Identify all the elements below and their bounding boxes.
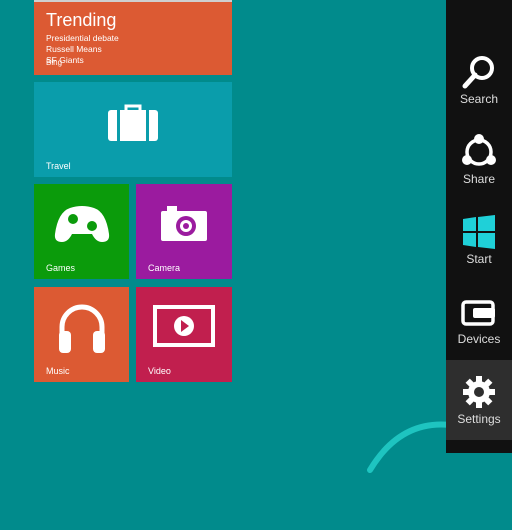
travel-tile-label: Travel xyxy=(46,161,71,171)
bing-trending-tile[interactable]: Trending Presidential debate Russell Mea… xyxy=(34,0,232,75)
camera-tile[interactable]: Camera xyxy=(136,184,232,279)
bing-tile-brand: Bing xyxy=(46,58,63,67)
search-charm[interactable]: Search xyxy=(446,40,512,120)
devices-icon xyxy=(461,300,495,326)
start-charm[interactable]: Start xyxy=(446,200,512,280)
trending-item: Presidential debate xyxy=(46,33,119,43)
share-charm[interactable]: Share xyxy=(446,120,512,200)
settings-charm-label: Settings xyxy=(457,412,501,426)
game-controller-icon xyxy=(54,206,110,242)
search-icon xyxy=(462,56,494,89)
devices-charm[interactable]: Devices xyxy=(446,280,512,360)
charms-bar: Search Share Start Devices Settings xyxy=(446,0,512,453)
video-screen-icon xyxy=(153,305,215,347)
music-tile-label: Music xyxy=(46,366,70,376)
devices-charm-label: Devices xyxy=(457,332,501,346)
settings-charm[interactable]: Settings xyxy=(446,360,512,440)
bing-tile-title: Trending xyxy=(46,10,117,30)
tile-top-strip xyxy=(34,0,232,2)
trending-item: Russell Means xyxy=(46,44,102,54)
start-charm-label: Start xyxy=(466,252,492,266)
headphones-icon xyxy=(59,304,105,353)
share-charm-label: Share xyxy=(462,172,496,186)
camera-icon xyxy=(161,206,207,241)
search-charm-label: Search xyxy=(459,92,499,106)
windows-logo-icon xyxy=(463,215,495,249)
share-icon xyxy=(462,134,496,166)
games-tile-label: Games xyxy=(46,263,76,273)
music-tile[interactable]: Music xyxy=(34,287,129,382)
settings-icon xyxy=(463,376,495,408)
video-tile[interactable]: Video xyxy=(136,287,232,382)
games-tile[interactable]: Games xyxy=(34,184,129,279)
video-tile-label: Video xyxy=(148,366,171,376)
suitcase-icon xyxy=(108,104,158,141)
camera-tile-label: Camera xyxy=(148,263,181,273)
travel-tile[interactable]: Travel xyxy=(34,82,232,177)
